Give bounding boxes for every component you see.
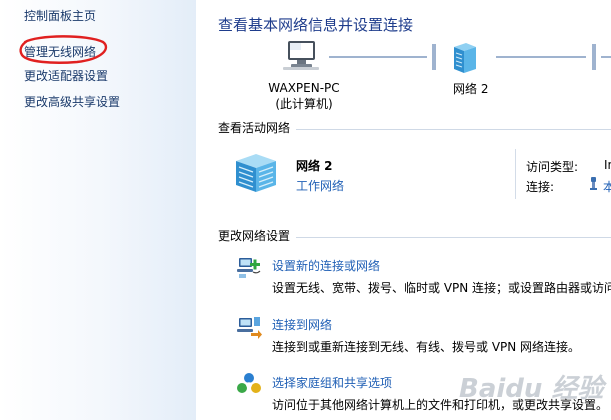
computer-name: WAXPEN-PC (此计算机) [266,80,342,112]
task-description: 连接到或重新连接到无线、有线、拨号或 VPN 网络连接。 [272,340,581,354]
sidebar-item-adapter-settings[interactable]: 更改适配器设置 [24,69,108,83]
page-title: 查看基本网络信息并设置连接 [218,16,414,34]
main-panel: 查看基本网络信息并设置连接 WAXPEN-PC (此计算机) 网络 2 查看活动… [196,0,611,420]
connection-label: 连接: [526,180,555,194]
connect-network-icon [237,317,262,339]
connect-to-network-link[interactable]: 连接到网络 [272,316,332,333]
sidebar: 控制面板主页 管理无线网络 更改适配器设置 更改高级共享设置 [0,0,196,420]
network-type-link[interactable]: 工作网络 [296,177,344,194]
task-description: 访问位于其他网络计算机上的文件和打印机，或更改共享设置。 [272,398,609,412]
setup-new-connection-link[interactable]: 设置新的连接或网络 [272,257,380,274]
active-networks-heading: 查看活动网络 [218,121,297,135]
network-map-line [496,56,586,58]
connection-plug-icon [590,177,597,190]
active-network-name: 网络 2 [296,159,333,173]
vertical-divider [515,149,516,199]
computer-icon[interactable] [282,40,320,72]
network-building-icon [236,154,276,192]
homegroup-sharing-link[interactable]: 选择家庭组和共享选项 [272,374,392,391]
network-map-line [601,56,611,58]
sidebar-item-manage-wireless[interactable]: 管理无线网络 [24,45,96,59]
connection-link[interactable]: 本 [603,178,611,195]
network-map-name: 网络 2 [453,82,489,96]
network-icon[interactable] [450,41,478,75]
network-map-connector [592,44,596,70]
computer-caption: (此计算机) [275,97,333,111]
change-settings-heading: 更改网络设置 [218,229,297,243]
access-type-value: In [604,158,611,172]
network-map-connector [432,44,436,70]
computer-name-text: WAXPEN-PC [268,81,340,95]
network-map-line [329,56,427,58]
task-description: 设置无线、宽带、拨号、临时或 VPN 连接；或设置路由器或访问 [272,281,611,295]
access-type-label: 访问类型: [526,160,579,174]
sidebar-item-control-panel-home[interactable]: 控制面板主页 [24,9,96,23]
new-connection-icon [237,258,261,278]
sidebar-item-advanced-sharing[interactable]: 更改高级共享设置 [24,95,120,109]
homegroup-icon [237,373,261,393]
